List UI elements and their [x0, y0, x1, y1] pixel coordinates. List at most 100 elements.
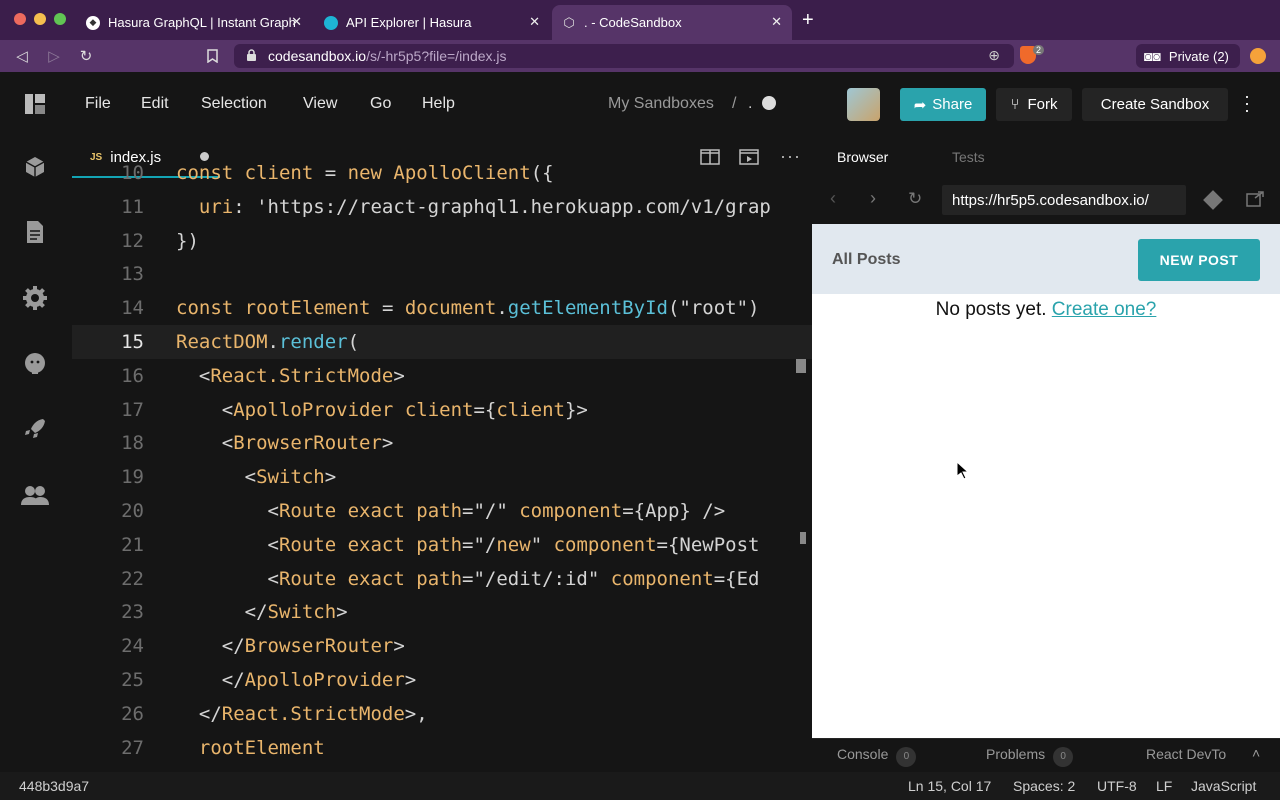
breadcrumb-my-sandboxes[interactable]: My Sandboxes: [608, 95, 714, 113]
code-line[interactable]: 22 <Route exact path="/edit/:id" compone…: [72, 562, 812, 596]
line-number: 15: [121, 331, 144, 353]
console-tab[interactable]: Console 0: [837, 746, 917, 767]
menu-selection[interactable]: Selection: [201, 95, 267, 113]
line-code: </BrowserRouter>: [176, 635, 405, 658]
open-new-window-icon[interactable]: [1246, 191, 1264, 212]
code-line[interactable]: 12}): [72, 224, 812, 258]
code-line[interactable]: 15 ReactDOM.render(: [72, 325, 812, 359]
line-code: </ApolloProvider>: [176, 669, 417, 691]
close-icon[interactable]: ✕: [771, 14, 782, 30]
window-close-dot[interactable]: [14, 13, 26, 25]
create-one-link[interactable]: Create one?: [1052, 299, 1157, 320]
tab-browser[interactable]: Browser: [837, 149, 888, 165]
url-field[interactable]: codesandbox.io/s/-hr5p5?file=/index.js ⊕: [234, 44, 1014, 68]
code-line[interactable]: 25 </ApolloProvider>: [72, 663, 812, 697]
zoom-icon[interactable]: ⊕: [988, 47, 1000, 64]
new-tab-icon[interactable]: +: [802, 9, 814, 32]
browser-tab-title: API Explorer | Hasura: [346, 15, 472, 30]
browser-tab-api-explorer[interactable]: API Explorer | Hasura ✕: [314, 5, 550, 40]
code-line[interactable]: 16 <React.StrictMode>: [72, 359, 812, 393]
empty-text: No posts yet.: [935, 299, 1047, 320]
gear-icon[interactable]: [20, 283, 50, 313]
chevron-up-icon[interactable]: ˄: [1252, 745, 1260, 761]
menu-help[interactable]: Help: [422, 95, 455, 113]
new-post-button[interactable]: NEW POST: [1138, 239, 1260, 281]
code-line[interactable]: 13: [72, 257, 812, 291]
fork-button[interactable]: ⑂ Fork: [996, 88, 1072, 121]
lock-icon: [246, 49, 257, 65]
code-line[interactable]: 10 const client = new ApolloClient({: [72, 156, 812, 190]
preview-back-icon[interactable]: ‹: [830, 188, 836, 209]
live-collaboration-icon[interactable]: [20, 480, 50, 510]
line-number: 23: [121, 601, 144, 624]
code-area[interactable]: 10 const client = new ApolloClient({11 ur…: [72, 162, 812, 772]
menu-file[interactable]: File: [85, 95, 111, 113]
menu-go[interactable]: Go: [370, 95, 391, 113]
preview-frame: All Posts NEW POST No posts yet. Create …: [812, 224, 1280, 738]
preview-url-field[interactable]: https://hr5p5.codesandbox.io/: [942, 185, 1186, 215]
codesandbox-logo-icon[interactable]: [24, 93, 46, 120]
react-devtools-tab[interactable]: React DevTo: [1146, 746, 1246, 762]
code-line[interactable]: 14 const rootElement = document.getElemen…: [72, 291, 812, 325]
create-sandbox-label: Create Sandbox: [1100, 96, 1210, 113]
url-host: codesandbox.io: [268, 48, 367, 64]
code-line[interactable]: 20 <Route exact path="/" component={App}…: [72, 494, 812, 528]
tab-tests[interactable]: Tests: [952, 149, 985, 165]
code-line[interactable]: 19 <Switch>: [72, 460, 812, 494]
code-line[interactable]: 21 <Route exact path="/new" component={N…: [72, 528, 812, 562]
reload-icon[interactable]: ↻: [76, 46, 96, 66]
file-explorer-icon[interactable]: [20, 217, 50, 247]
close-icon[interactable]: ✕: [529, 14, 540, 30]
commit-hash[interactable]: 448b3d9a7: [19, 778, 89, 794]
more-vertical-icon[interactable]: · · ·: [1244, 87, 1250, 119]
browser-tab-title: Hasura GraphQL | Instant Graph: [108, 15, 296, 30]
language-mode[interactable]: JavaScript: [1191, 778, 1256, 794]
line-ending[interactable]: LF: [1156, 778, 1172, 794]
preview-refresh-icon[interactable]: ↻: [908, 189, 922, 209]
code-line[interactable]: 24 </BrowserRouter>: [72, 629, 812, 663]
empty-state: No posts yet. Create one?: [812, 299, 1280, 321]
browser-tab-codesandbox[interactable]: ⬡ . - CodeSandbox ✕: [552, 5, 792, 40]
github-icon[interactable]: [20, 349, 50, 379]
breadcrumb-sandbox-name[interactable]: .: [748, 95, 752, 113]
console-label: Console: [837, 746, 889, 762]
deploy-rocket-icon[interactable]: [20, 414, 50, 444]
window-maximize-dot[interactable]: [54, 13, 66, 25]
browser-tab-hasura-graphql[interactable]: ◆ Hasura GraphQL | Instant Graph ✕: [76, 5, 312, 40]
code-line[interactable]: 18 <BrowserRouter>: [72, 426, 812, 460]
menu-view[interactable]: View: [303, 95, 337, 113]
cursor-position[interactable]: Ln 15, Col 17: [908, 778, 991, 794]
code-line[interactable]: 26 </React.StrictMode>,: [72, 697, 812, 731]
line-number: 16: [121, 364, 144, 387]
share-button[interactable]: ➦ Share: [900, 88, 986, 121]
browser-tab-title: . - CodeSandbox: [584, 15, 682, 30]
forward-icon[interactable]: ▷: [44, 46, 64, 66]
line-number: 11: [121, 195, 144, 218]
preview-forward-icon[interactable]: ›: [870, 188, 876, 209]
create-sandbox-button[interactable]: Create Sandbox: [1082, 88, 1228, 121]
code-line[interactable]: 11 uri: 'https://react-graphql1.herokuap…: [72, 190, 812, 224]
line-number: 14: [121, 297, 144, 320]
encoding[interactable]: UTF-8: [1097, 778, 1137, 794]
all-posts-title[interactable]: All Posts: [832, 251, 900, 269]
bookmark-icon[interactable]: [202, 46, 222, 66]
sandbox-info-icon[interactable]: [20, 152, 50, 182]
menu-edit[interactable]: Edit: [141, 95, 169, 113]
line-code: <Route exact path="/" component={App} />: [176, 500, 726, 522]
activity-bar: [0, 138, 72, 772]
window-minimize-dot[interactable]: [34, 13, 46, 25]
globe-icon: [762, 96, 776, 110]
scrollbar-thumb[interactable]: [800, 532, 806, 544]
back-icon[interactable]: ◁: [12, 46, 32, 66]
close-icon[interactable]: ✕: [291, 14, 302, 30]
problems-tab[interactable]: Problems 0: [986, 746, 1074, 767]
code-line[interactable]: 27 rootElement: [72, 731, 812, 765]
profile-icon[interactable]: [1250, 48, 1266, 64]
line-number: 27: [121, 736, 144, 759]
avatar[interactable]: [847, 88, 880, 121]
private-window-button[interactable]: ◙◙ Private (2): [1136, 44, 1240, 68]
indentation[interactable]: Spaces: 2: [1013, 778, 1075, 794]
code-line[interactable]: 17 <ApolloProvider client={client}>: [72, 393, 812, 427]
line-code: const rootElement = document.getElementB…: [176, 297, 760, 320]
code-line[interactable]: 23 </Switch>: [72, 595, 812, 629]
